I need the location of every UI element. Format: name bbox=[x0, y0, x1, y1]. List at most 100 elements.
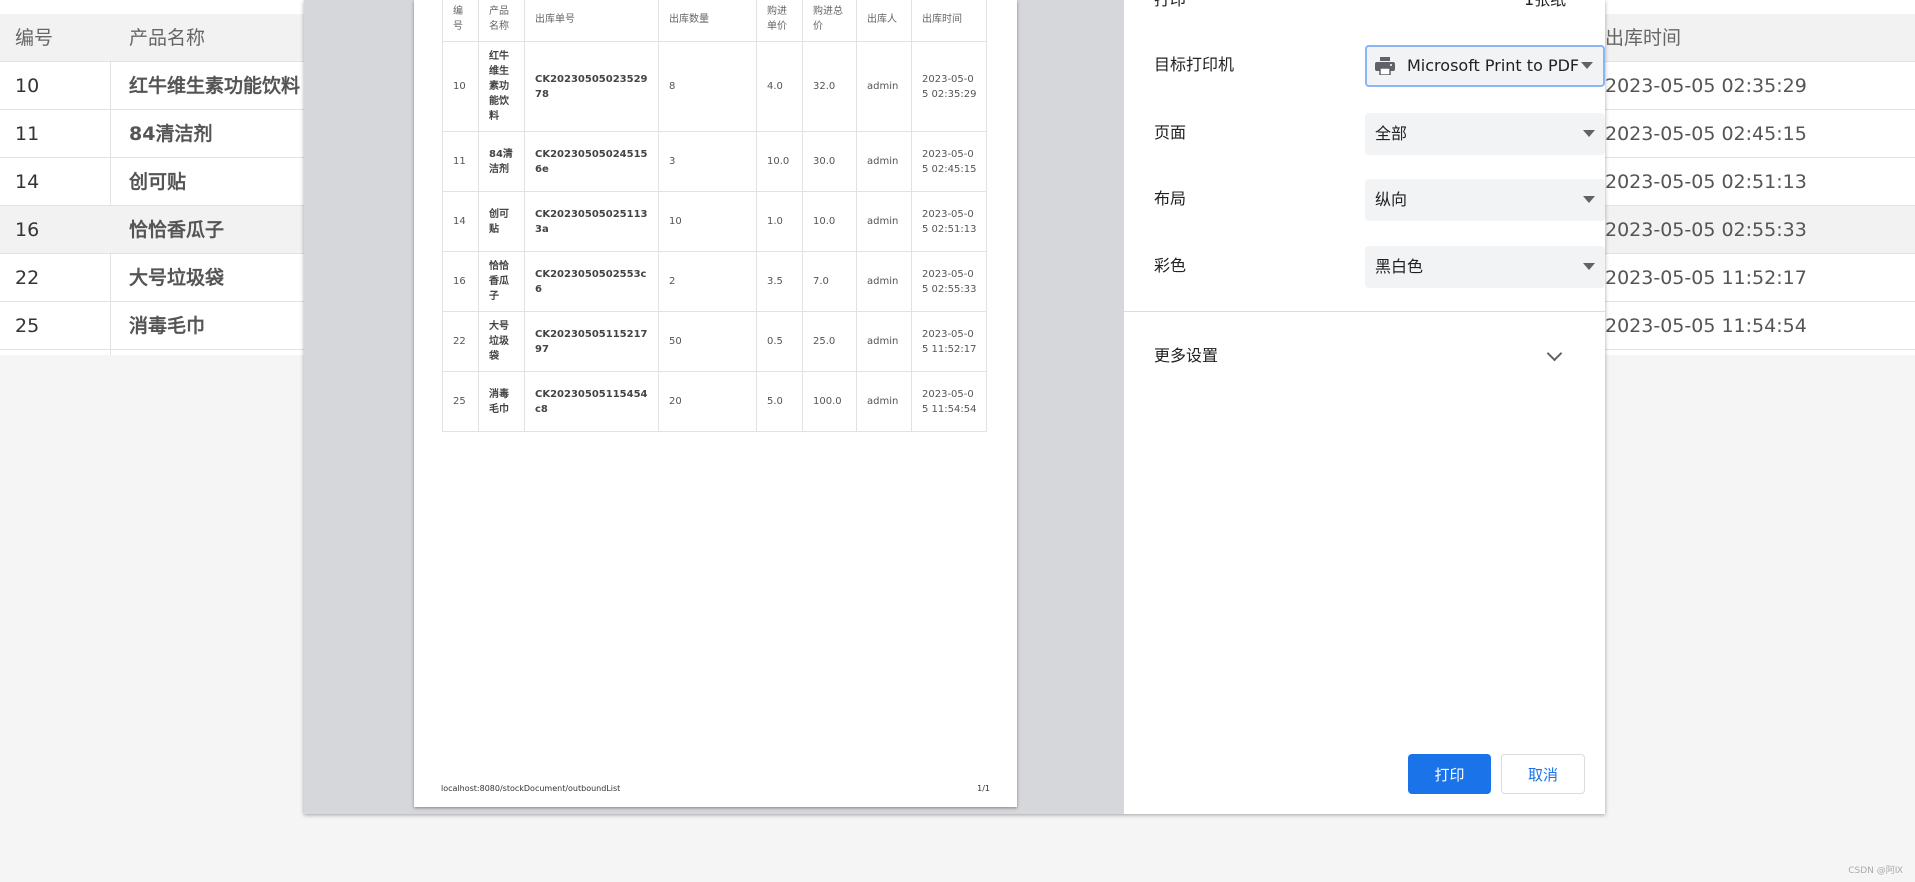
preview-cell: CK20230505115454c8 bbox=[524, 371, 659, 432]
table-row[interactable]: 2023-05-05 02:51:13 bbox=[1605, 158, 1915, 206]
preview-cell: 4.0 bbox=[756, 41, 803, 132]
preview-cell: 创可贴 bbox=[478, 191, 525, 252]
more-settings-toggle[interactable]: 更多设置 bbox=[1154, 334, 1576, 378]
preview-cell: 22 bbox=[442, 311, 479, 372]
chevron-down-icon bbox=[1546, 345, 1563, 362]
preview-cell: 8 bbox=[658, 41, 757, 132]
destination-row: 目标打印机 Microsoft Print to PDF bbox=[1154, 43, 1605, 87]
preview-cell: 10.0 bbox=[802, 191, 857, 252]
preview-header-cell: 出库数量 bbox=[658, 0, 757, 42]
table-row[interactable]: 2023-05-05 11:54:54 bbox=[1605, 302, 1915, 350]
preview-header-cell: 出库单号 bbox=[524, 0, 659, 42]
destination-select[interactable]: Microsoft Print to PDF bbox=[1365, 45, 1605, 87]
preview-cell: 2023-05-05 11:54:54 bbox=[911, 371, 987, 432]
preview-cell: admin bbox=[856, 191, 912, 252]
cell-name: 恰恰香瓜子 bbox=[129, 219, 225, 241]
preview-cell: 14 bbox=[442, 191, 479, 252]
table-row[interactable]: 2023-05-05 02:35:29 bbox=[1605, 62, 1915, 110]
sheets-label: 打印 bbox=[1154, 0, 1186, 10]
preview-cell: 2023-05-05 02:55:33 bbox=[911, 251, 987, 312]
dropdown-caret-icon bbox=[1581, 62, 1593, 69]
table-row[interactable]: 2023-05-05 02:45:15 bbox=[1605, 110, 1915, 158]
pages-row: 页面 全部 bbox=[1154, 111, 1605, 155]
preview-cell: 50 bbox=[658, 311, 757, 372]
preview-cell: CK2023050502553c6 bbox=[524, 251, 659, 312]
dropdown-caret-icon bbox=[1583, 196, 1595, 203]
preview-cell: 10 bbox=[442, 41, 479, 132]
table-row[interactable]: 14 创可贴 bbox=[0, 158, 305, 206]
preview-cell: admin bbox=[856, 311, 912, 372]
preview-cell: CK202305050251133a bbox=[524, 191, 659, 252]
header-name: 产品名称 bbox=[129, 27, 206, 49]
preview-cell: 3.5 bbox=[756, 251, 803, 312]
cell-time: 2023-05-05 02:55:33 bbox=[1605, 219, 1807, 241]
pages-label: 页面 bbox=[1154, 123, 1187, 142]
print-preview-area: 编号 产品名称 出库单号 出库数量 购进单价 购进总价 出库人 出库时间 10 … bbox=[304, 0, 1124, 814]
table-row[interactable]: 11 84清洁剂 bbox=[0, 110, 305, 158]
preview-cell: admin bbox=[856, 41, 912, 132]
preview-cell: 0.5 bbox=[756, 311, 803, 372]
preview-header-cell: 产品名称 bbox=[478, 0, 525, 42]
print-dialog: 编号 产品名称 出库单号 出库数量 购进单价 购进总价 出库人 出库时间 10 … bbox=[304, 0, 1605, 814]
table-row[interactable]: 25 消毒毛巾 bbox=[0, 302, 305, 350]
layout-row: 布局 纵向 bbox=[1154, 177, 1605, 221]
preview-cell: admin bbox=[856, 131, 912, 192]
layout-value: 纵向 bbox=[1375, 190, 1408, 209]
cell-id: 25 bbox=[15, 315, 40, 337]
cell-time: 2023-05-05 11:52:17 bbox=[1605, 267, 1807, 289]
color-select[interactable]: 黑白色 bbox=[1365, 246, 1605, 288]
preview-cell: 30.0 bbox=[802, 131, 857, 192]
table-row[interactable]: 22 大号垃圾袋 bbox=[0, 254, 305, 302]
print-button[interactable]: 打印 bbox=[1408, 754, 1491, 794]
preview-row: 11 84清洁剂 CK202305050245156e 3 10.0 30.0 … bbox=[442, 131, 987, 192]
color-label: 彩色 bbox=[1154, 256, 1187, 275]
cell-id: 16 bbox=[15, 219, 40, 241]
cell-name: 84清洁剂 bbox=[129, 123, 213, 145]
pages-value: 全部 bbox=[1375, 124, 1408, 143]
cell-name: 红牛维生素功能饮料 bbox=[129, 75, 301, 97]
preview-header-cell: 出库时间 bbox=[911, 0, 987, 42]
destination-label: 目标打印机 bbox=[1154, 55, 1235, 74]
layout-select[interactable]: 纵向 bbox=[1365, 179, 1605, 221]
preview-cell: 32.0 bbox=[802, 41, 857, 132]
preview-row: 22 大号垃圾袋 CK2023050511521797 50 0.5 25.0 … bbox=[442, 311, 987, 372]
preview-cell: 7.0 bbox=[802, 251, 857, 312]
table-row[interactable]: 2023-05-05 02:55:33 bbox=[1605, 206, 1915, 254]
more-settings-label: 更多设置 bbox=[1154, 346, 1219, 365]
preview-cell: 16 bbox=[442, 251, 479, 312]
header-time: 出库时间 bbox=[1605, 27, 1682, 49]
preview-header-cell: 购进总价 bbox=[802, 0, 857, 42]
dropdown-caret-icon bbox=[1583, 130, 1595, 137]
background-table-left: 编号 产品名称 10 红牛维生素功能饮料 11 84清洁剂 14 创可贴 16 … bbox=[0, 0, 305, 355]
preview-header-row: 编号 产品名称 出库单号 出库数量 购进单价 购进总价 出库人 出库时间 bbox=[442, 0, 987, 42]
preview-cell: CK2023050511521797 bbox=[524, 311, 659, 372]
preview-cell: 消毒毛巾 bbox=[478, 371, 525, 432]
preview-table: 编号 产品名称 出库单号 出库数量 购进单价 购进总价 出库人 出库时间 10 … bbox=[442, 0, 987, 432]
table-row[interactable]: 10 红牛维生素功能饮料 bbox=[0, 62, 305, 110]
preview-cell: 2023-05-05 02:35:29 bbox=[911, 41, 987, 132]
pages-select[interactable]: 全部 bbox=[1365, 113, 1605, 155]
preview-cell: 10.0 bbox=[756, 131, 803, 192]
preview-cell: 25 bbox=[442, 371, 479, 432]
preview-cell: 20 bbox=[658, 371, 757, 432]
dropdown-caret-icon bbox=[1583, 263, 1595, 270]
preview-cell: 2023-05-05 11:52:17 bbox=[911, 311, 987, 372]
preview-cell: 3 bbox=[658, 131, 757, 192]
color-value: 黑白色 bbox=[1375, 257, 1424, 276]
preview-row: 25 消毒毛巾 CK20230505115454c8 20 5.0 100.0 … bbox=[442, 371, 987, 432]
cell-time: 2023-05-05 02:45:15 bbox=[1605, 123, 1807, 145]
cell-id: 22 bbox=[15, 267, 40, 289]
cell-id: 11 bbox=[15, 123, 40, 145]
preview-row: 16 恰恰香瓜子 CK2023050502553c6 2 3.5 7.0 adm… bbox=[442, 251, 987, 312]
cell-id: 10 bbox=[15, 75, 40, 97]
table-row[interactable]: 16 恰恰香瓜子 bbox=[0, 206, 305, 254]
table-row[interactable]: 2023-05-05 11:52:17 bbox=[1605, 254, 1915, 302]
preview-cell: 10 bbox=[658, 191, 757, 252]
watermark: CSDN @阿Ⅸ bbox=[1848, 866, 1903, 876]
table-header: 出库时间 bbox=[1605, 14, 1915, 62]
cancel-button[interactable]: 取消 bbox=[1501, 754, 1585, 794]
preview-cell: 大号垃圾袋 bbox=[478, 311, 525, 372]
cell-id: 14 bbox=[15, 171, 40, 193]
preview-cell: CK2023050502352978 bbox=[524, 41, 659, 132]
preview-cell: admin bbox=[856, 251, 912, 312]
